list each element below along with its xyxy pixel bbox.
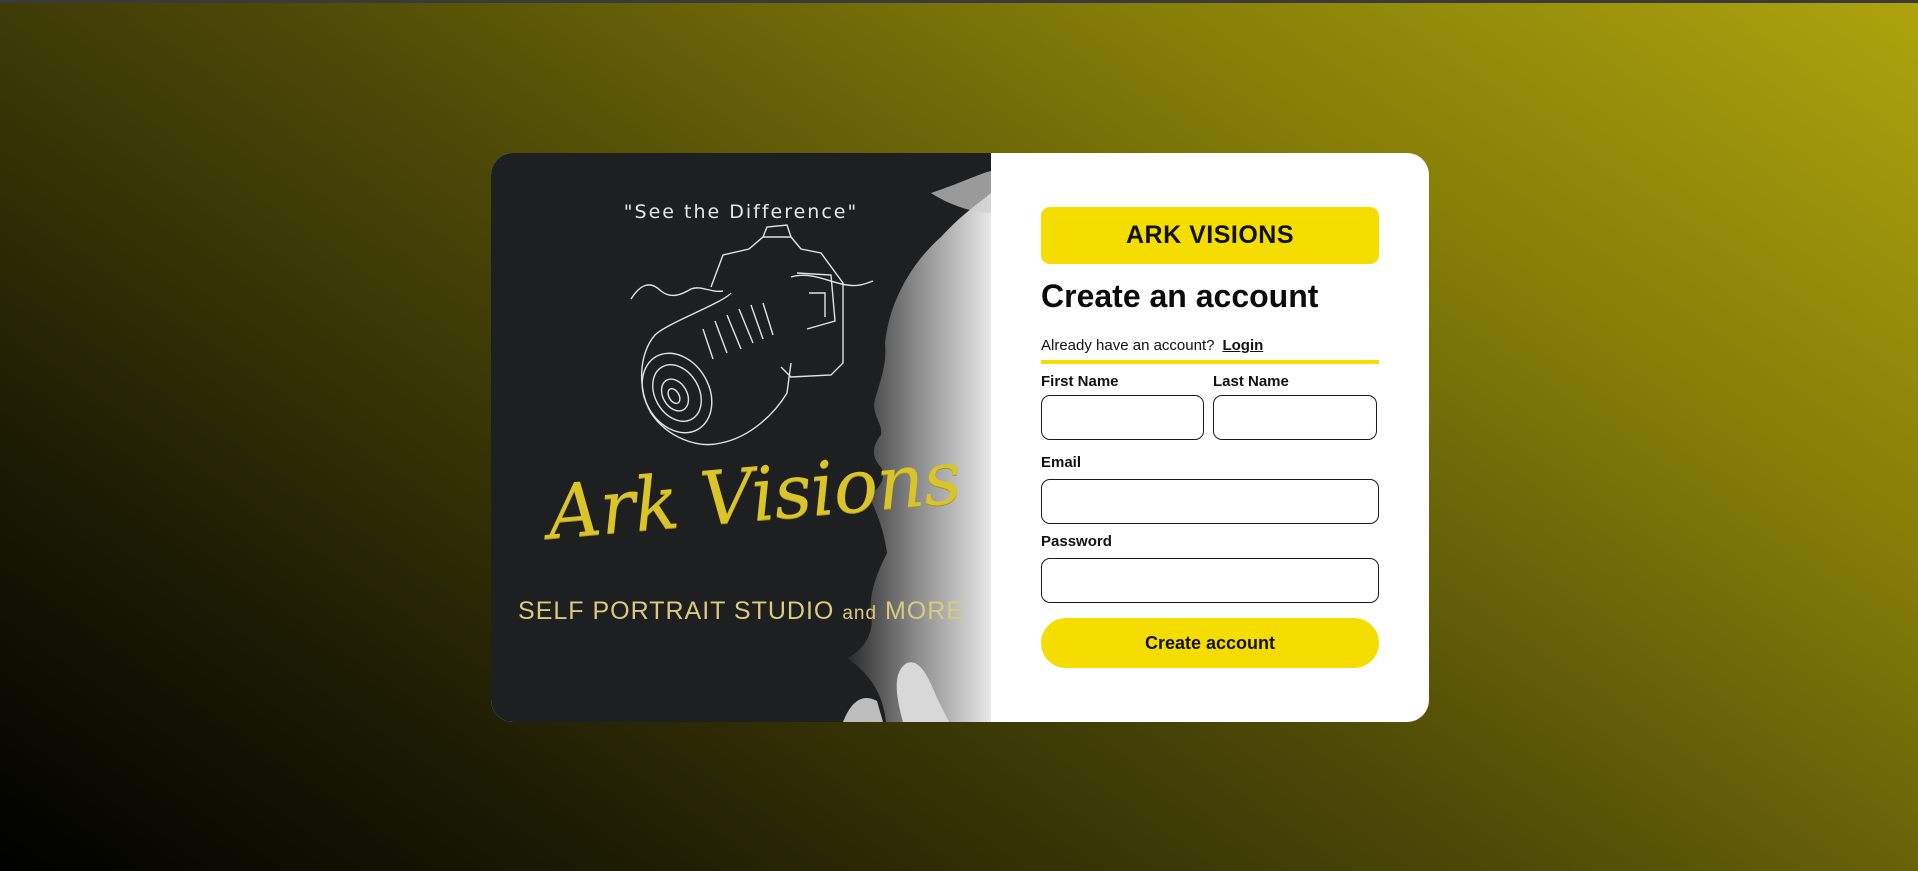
poster-tagline: "See the Difference" — [623, 201, 859, 223]
first-name-label: First Name — [1041, 373, 1119, 390]
window-top-border — [0, 0, 1918, 3]
have-account-text: Already have an account? — [1041, 337, 1215, 354]
brand-poster: "See the Difference" Ark Visions SELF PO… — [491, 153, 991, 722]
email-input[interactable] — [1041, 479, 1379, 524]
brand-header: ARK VISIONS — [1041, 207, 1379, 264]
poster-subtitle: SELF PORTRAIT STUDIO and MORE — [491, 597, 991, 626]
poster-subtitle-part-c: MORE — [877, 597, 964, 625]
email-label: Email — [1041, 454, 1082, 471]
camera-line-icon — [630, 224, 874, 446]
signup-card: "See the Difference" Ark Visions SELF PO… — [491, 153, 1429, 722]
password-label: Password — [1041, 533, 1112, 550]
signup-form: ARK VISIONS Create an account Already ha… — [991, 153, 1429, 722]
last-name-label: Last Name — [1213, 373, 1289, 390]
login-prompt-row: Already have an account? Login — [1041, 337, 1379, 364]
last-name-input[interactable] — [1213, 395, 1377, 440]
poster-subtitle-part-b: and — [842, 603, 878, 624]
finger-shape — [843, 697, 883, 722]
password-input[interactable] — [1041, 558, 1379, 603]
create-account-button[interactable]: Create account — [1041, 618, 1379, 668]
page-title: Create an account — [1041, 278, 1319, 314]
first-name-input[interactable] — [1041, 395, 1204, 440]
login-link[interactable]: Login — [1222, 337, 1263, 354]
poster-subtitle-part-a: SELF PORTRAIT STUDIO — [518, 597, 843, 625]
